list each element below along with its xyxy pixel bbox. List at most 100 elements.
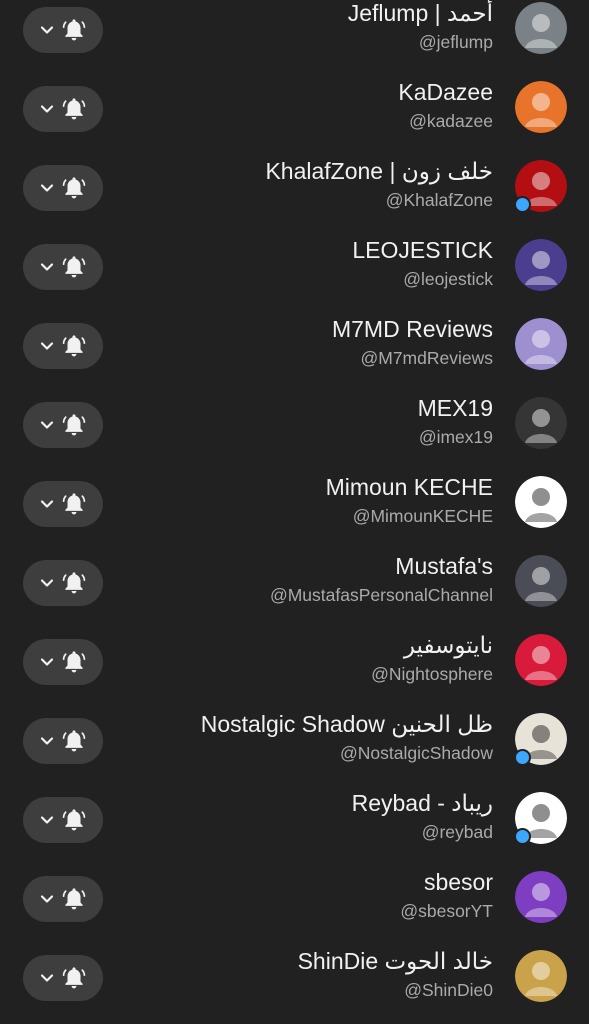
subscription-row[interactable]: نايتوسفير @Nightosphere [0,612,589,691]
chevron-down-icon [39,575,55,591]
channel-name: sbesor [423,869,493,895]
jeflump-avatar[interactable] [515,2,567,54]
channel-handle: @MimounKECHE [352,506,493,526]
channel-handle: @leojestick [403,269,493,289]
chevron-down-icon [39,101,55,117]
chevron-down-icon [39,970,55,986]
channel-name: KhalafZone | خلف زون [265,158,493,184]
chevron-down-icon [39,812,55,828]
channel-text[interactable]: sbesor @sbesorYT [400,867,493,923]
bell-all-icon [61,649,87,675]
mustafa-avatar[interactable] [515,555,567,607]
channel-text[interactable]: LEOJESTICK @leojestick [352,235,493,291]
channel-text[interactable]: Jeflump | أحمد @jeflump [348,0,493,54]
bell-all-icon [61,254,87,280]
chevron-down-icon [39,496,55,512]
notification-settings-button[interactable] [23,876,103,922]
chevron-down-icon [39,338,55,354]
channel-text[interactable]: MEX19 @imex19 [418,393,493,449]
chevron-down-icon [39,417,55,433]
kadazee-avatar[interactable] [515,81,567,133]
notification-settings-button[interactable] [23,639,103,685]
subscription-row[interactable]: LEOJESTICK @leojestick [0,217,589,296]
channel-name: Jeflump | أحمد [347,0,493,26]
subscription-row[interactable]: Jeflump | أحمد @jeflump [0,0,589,59]
sbesor-avatar[interactable] [515,871,567,923]
subscription-row[interactable]: KhalafZone | خلف زون @KhalafZone [0,138,589,217]
channel-text[interactable]: KaDazee @kadazee [398,77,493,133]
channel-name: MEX19 [417,395,493,421]
channel-name: LEOJESTICK [352,237,493,263]
shindie-avatar[interactable] [515,950,567,1002]
notification-settings-button[interactable] [23,797,103,843]
channel-name: M7MD Reviews [331,316,493,342]
subscription-row[interactable]: M7MD Reviews @M7mdReviews [0,296,589,375]
bell-all-icon [61,570,87,596]
bell-all-icon [61,175,87,201]
bell-all-icon [61,491,87,517]
notification-settings-button[interactable] [23,718,103,764]
notification-settings-button[interactable] [23,86,103,132]
channel-handle: @jeflump [418,32,493,52]
channel-name: Nostalgic Shadow ظل الحنين [200,711,493,737]
subscription-row[interactable]: Mustafa's @MustafasPersonalChannel [0,533,589,612]
subscription-row[interactable]: Mimoun KECHE @MimounKECHE [0,454,589,533]
channel-handle: @KhalafZone [385,190,493,210]
channel-name: ShinDie خالد الحوت [297,948,493,974]
bell-all-icon [61,965,87,991]
new-content-dot [514,828,531,845]
chevron-down-icon [39,891,55,907]
new-content-dot [514,196,531,213]
channel-handle: @M7mdReviews [360,348,493,368]
leojestick-avatar[interactable] [515,239,567,291]
channel-name: Mimoun KECHE [325,474,493,500]
bell-all-icon [61,412,87,438]
notification-settings-button[interactable] [23,481,103,527]
bell-all-icon [61,96,87,122]
mimoun-avatar[interactable] [515,476,567,528]
channel-text[interactable]: Nostalgic Shadow ظل الحنين @NostalgicShad… [201,709,493,765]
bell-all-icon [61,333,87,359]
notification-settings-button[interactable] [23,402,103,448]
chevron-down-icon [39,259,55,275]
channel-text[interactable]: نايتوسفير @Nightosphere [371,630,493,686]
channel-handle: @Nightosphere [371,664,493,684]
chevron-down-icon [39,654,55,670]
m7md-avatar[interactable] [515,318,567,370]
channel-handle: @MustafasPersonalChannel [269,585,493,605]
channel-text[interactable]: ShinDie خالد الحوت @ShinDie0 [298,946,493,1002]
subscription-row[interactable]: KaDazee @kadazee [0,59,589,138]
notification-settings-button[interactable] [23,323,103,369]
notification-settings-button[interactable] [23,7,103,53]
bell-all-icon [61,886,87,912]
notification-settings-button[interactable] [23,165,103,211]
notification-settings-button[interactable] [23,560,103,606]
channel-text[interactable]: Mimoun KECHE @MimounKECHE [326,472,493,528]
chevron-down-icon [39,733,55,749]
mex19-avatar[interactable] [515,397,567,449]
channel-name: نايتوسفير [403,632,493,658]
channel-handle: @NostalgicShadow [340,743,493,763]
channel-text[interactable]: M7MD Reviews @M7mdReviews [332,314,493,370]
subscription-row[interactable]: Reybad - ريباد @reybad [0,770,589,849]
channel-handle: @sbesorYT [400,901,493,921]
notification-settings-button[interactable] [23,955,103,1001]
subscription-row[interactable]: ShinDie خالد الحوت @ShinDie0 [0,928,589,1007]
channel-handle: @kadazee [409,111,493,131]
channel-text[interactable]: KhalafZone | خلف زون @KhalafZone [265,156,493,212]
new-content-dot [514,749,531,766]
channel-handle: @reybad [421,822,493,842]
chevron-down-icon [39,22,55,38]
notification-settings-button[interactable] [23,244,103,290]
subscription-row[interactable]: sbesor @sbesorYT [0,849,589,928]
subscription-row[interactable]: Nostalgic Shadow ظل الحنين @NostalgicShad… [0,691,589,770]
subscription-row[interactable]: MEX19 @imex19 [0,375,589,454]
channel-name: Mustafa's [395,553,493,579]
channel-name: Reybad - ريباد [351,790,493,816]
channel-text[interactable]: Mustafa's @MustafasPersonalChannel [270,551,493,607]
nightosphere-avatar[interactable] [515,634,567,686]
channel-text[interactable]: Reybad - ريباد @reybad [352,788,493,844]
channel-name: KaDazee [398,79,493,105]
channel-handle: @imex19 [418,427,493,447]
channel-handle: @ShinDie0 [404,980,493,1000]
